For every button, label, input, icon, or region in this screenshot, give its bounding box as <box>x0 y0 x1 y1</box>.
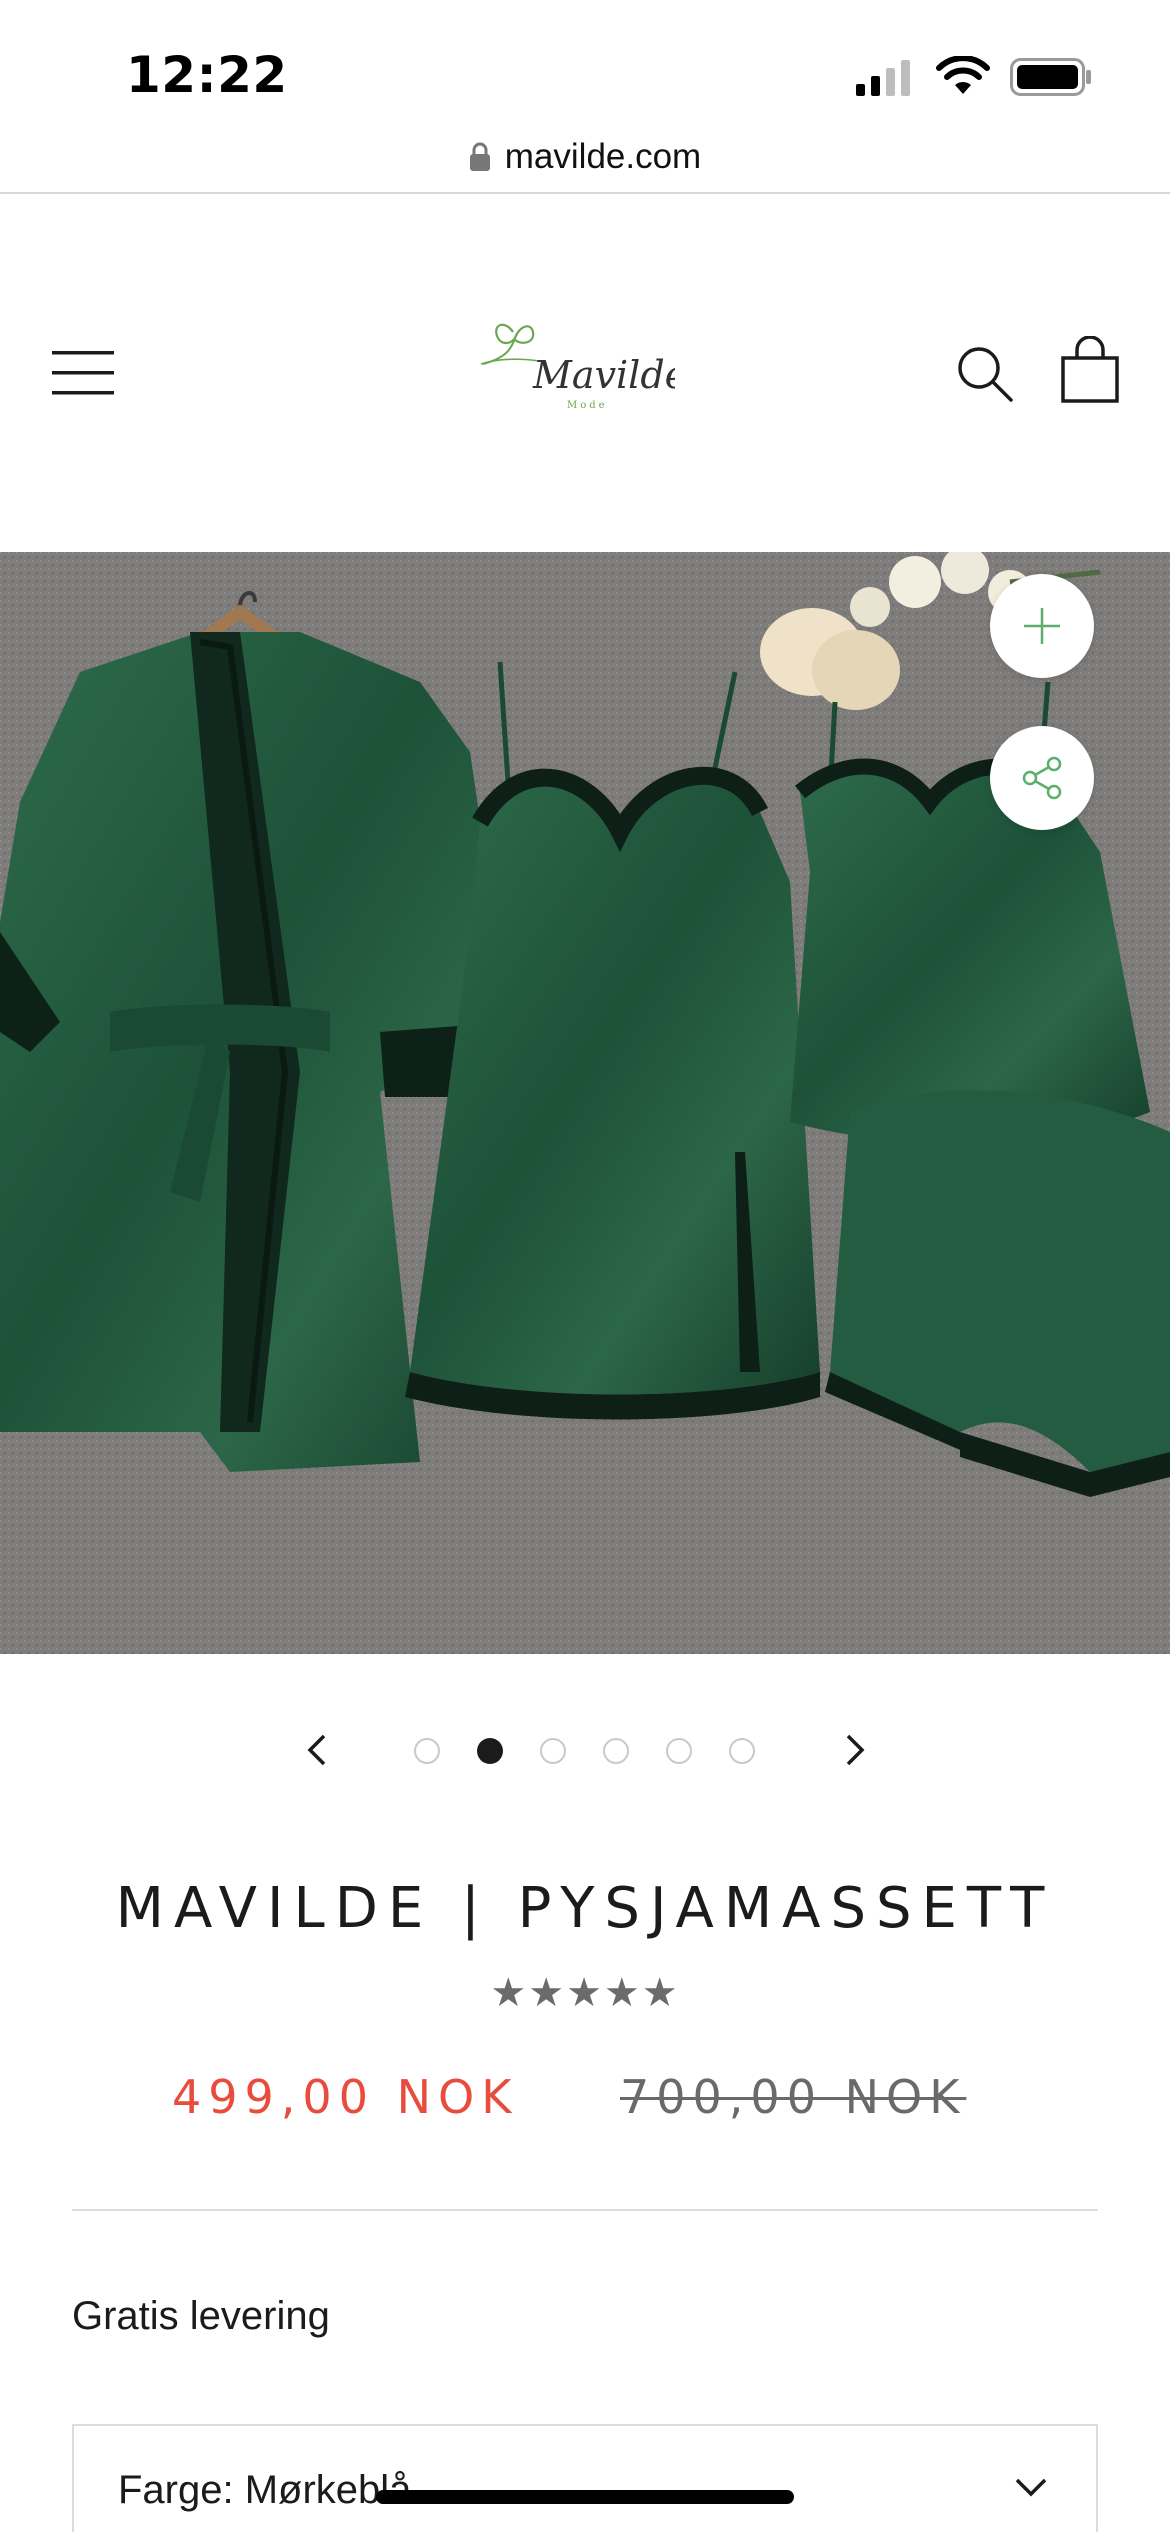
status-time: 12:22 <box>126 46 288 104</box>
carousel-dot[interactable] <box>414 1738 440 1764</box>
divider <box>72 2209 1098 2211</box>
delivery-info: Gratis levering <box>72 2294 330 2338</box>
image-carousel-nav <box>0 1722 1170 1778</box>
color-variant-select[interactable]: Farge: Mørkeblå <box>72 2424 1098 2532</box>
rating-stars[interactable]: ★★★★★ <box>0 1970 1170 2016</box>
mavilde-logo[interactable]: Mavilde Mode <box>475 302 675 422</box>
cellular-signal-icon <box>856 60 910 96</box>
share-icon <box>1022 756 1062 800</box>
hamburger-menu-icon[interactable] <box>52 348 116 398</box>
sale-price: 499,00 NOK <box>172 2070 519 2124</box>
compare-at-price: 700,00 NOK <box>620 2070 967 2124</box>
carousel-dot[interactable] <box>729 1738 755 1764</box>
browser-url-bar[interactable]: mavilde.com <box>0 122 1170 192</box>
product-image[interactable] <box>0 552 1170 1654</box>
carousel-dot[interactable] <box>477 1738 503 1764</box>
plus-icon <box>1024 608 1060 644</box>
store-header: Mavilde Mode <box>0 194 1170 550</box>
variant-label: Farge: Mørkeblå <box>118 2468 412 2512</box>
wifi-icon <box>936 56 990 94</box>
chevron-right-icon[interactable] <box>838 1732 872 1768</box>
shopping-bag-icon[interactable] <box>1060 336 1120 404</box>
zoom-button[interactable] <box>990 574 1094 678</box>
url-text: mavilde.com <box>504 137 702 176</box>
carousel-dot[interactable] <box>666 1738 692 1764</box>
carousel-dot[interactable] <box>540 1738 566 1764</box>
green-satin-pajama-set-image <box>0 552 1170 1654</box>
chevron-down-icon <box>1015 2478 1047 2497</box>
svg-text:Mode: Mode <box>567 400 608 411</box>
status-bar: 12:22 <box>0 0 1170 130</box>
share-button[interactable] <box>990 726 1094 830</box>
search-icon[interactable] <box>955 344 1015 404</box>
svg-text:Mavilde: Mavilde <box>532 353 675 397</box>
home-indicator <box>376 2490 794 2504</box>
chevron-left-icon[interactable] <box>300 1732 334 1768</box>
lock-icon <box>469 142 490 171</box>
battery-icon <box>1010 58 1091 96</box>
product-title: MAVILDE | PYSJAMASSETT <box>115 1876 1055 1941</box>
price-row: 499,00 NOK 700,00 NOK <box>0 2070 1170 2130</box>
carousel-dot[interactable] <box>603 1738 629 1764</box>
